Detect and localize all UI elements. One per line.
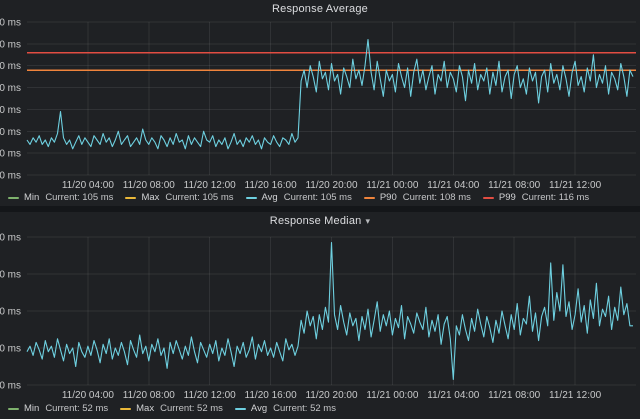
legend-item-min[interactable]: Min Current: 52 ms [8,403,108,414]
svg-text:11/20 20:00: 11/20 20:00 [305,390,358,401]
svg-text:110 ms: 110 ms [0,61,21,72]
series-color-swatch[interactable] [8,408,19,410]
svg-text:120 ms: 120 ms [0,39,21,50]
svg-text:11/21 12:00: 11/21 12:00 [549,180,602,191]
svg-text:100 ms: 100 ms [0,233,21,244]
svg-text:11/20 08:00: 11/20 08:00 [123,180,176,191]
svg-text:60 ms: 60 ms [0,307,21,318]
svg-text:11/20 08:00: 11/20 08:00 [123,390,176,401]
legend-item-avg[interactable]: Avg Current: 52 ms [235,403,336,414]
legend-item-max[interactable]: Max Current: 52 ms [120,403,223,414]
svg-text:80 ms: 80 ms [0,127,21,138]
legend-item-max[interactable]: Max Current: 105 ms [125,192,233,203]
svg-text:11/20 16:00: 11/20 16:00 [245,390,298,401]
series-color-swatch[interactable] [8,197,19,199]
series-color-swatch[interactable] [235,408,246,410]
series-color-swatch[interactable] [364,197,375,199]
series-color-swatch[interactable] [246,197,257,199]
series-color-swatch[interactable] [125,197,136,199]
svg-text:11/20 12:00: 11/20 12:00 [184,390,237,401]
series-color-swatch[interactable] [483,197,494,199]
svg-text:11/20 04:00: 11/20 04:00 [62,390,115,401]
panel-response-median: Response Median▾ 20 ms 40 ms 60 ms 80 ms 100… [0,212,640,419]
svg-text:100 ms: 100 ms [0,83,21,94]
legend-response-median: Min Current: 52 ms Max Current: 52 ms Av… [8,403,348,414]
panel-title-text: Response Median [270,215,362,227]
svg-text:11/21 04:00: 11/21 04:00 [427,180,480,191]
svg-text:11/20 12:00: 11/20 12:00 [184,180,237,191]
series-color-swatch[interactable] [120,408,131,410]
svg-text:11/21 00:00: 11/21 00:00 [366,390,419,401]
svg-text:11/21 00:00: 11/21 00:00 [366,180,419,191]
legend-item-p90[interactable]: P90 Current: 108 ms [364,192,471,203]
svg-text:11/21 12:00: 11/21 12:00 [549,390,602,401]
panel-title-text: Response Average [272,3,368,15]
svg-text:11/21 08:00: 11/21 08:00 [488,390,541,401]
svg-text:11/21 08:00: 11/21 08:00 [488,180,541,191]
legend-item-avg[interactable]: Avg Current: 105 ms [246,192,352,203]
svg-text:11/21 04:00: 11/21 04:00 [427,390,480,401]
svg-text:80 ms: 80 ms [0,270,21,281]
legend-item-p99[interactable]: P99 Current: 116 ms [483,192,589,203]
svg-text:60 ms: 60 ms [0,171,21,182]
panel-title-response-average[interactable]: Response Average [0,3,640,15]
chevron-down-icon[interactable]: ▾ [365,216,370,226]
svg-text:70 ms: 70 ms [0,149,21,160]
panel-title-response-median[interactable]: Response Median▾ [0,215,640,227]
svg-text:11/20 04:00: 11/20 04:00 [62,180,115,191]
legend-item-min[interactable]: Min Current: 105 ms [8,192,113,203]
response-median-chart[interactable]: 20 ms 40 ms 60 ms 80 ms 100 ms 11/20 04:00 11/… [0,212,640,419]
legend-response-average: Min Current: 105 ms Max Current: 105 ms … [8,192,601,203]
svg-text:20 ms: 20 ms [0,381,21,392]
svg-text:90 ms: 90 ms [0,105,21,116]
svg-text:11/20 20:00: 11/20 20:00 [305,180,358,191]
svg-text:40 ms: 40 ms [0,344,21,355]
panel-response-average: Response Average 60 ms 70 ms 80 ms 90 ms 100… [0,0,640,206]
svg-text:11/20 16:00: 11/20 16:00 [245,180,298,191]
svg-text:130 ms: 130 ms [0,18,21,29]
response-average-chart[interactable]: 60 ms 70 ms 80 ms 90 ms 100 ms 110 ms 120 ms 13… [0,0,640,206]
